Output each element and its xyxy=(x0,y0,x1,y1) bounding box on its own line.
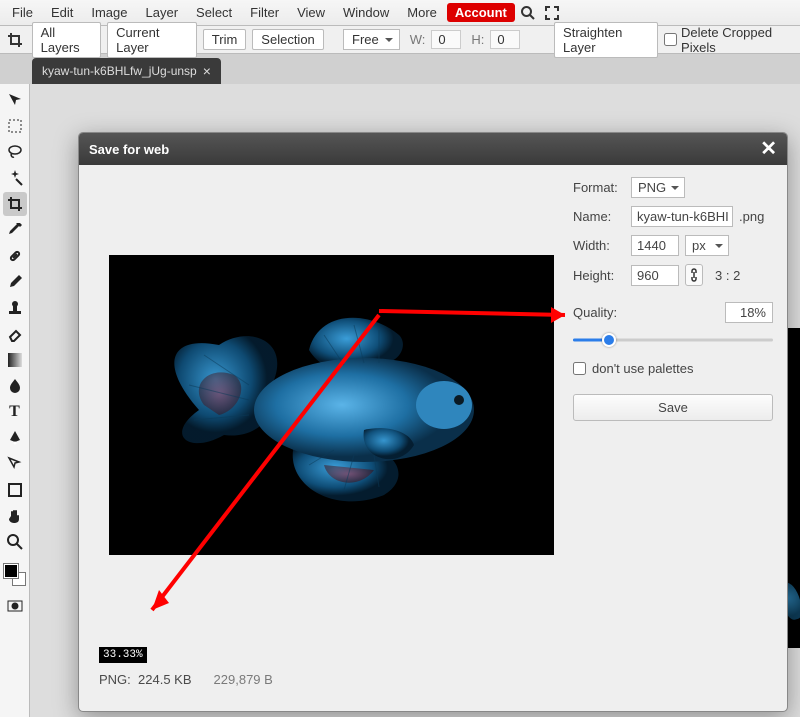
name-label: Name: xyxy=(573,209,625,224)
quality-value-field[interactable]: 18% xyxy=(725,302,773,323)
current-layer-button[interactable]: Current Layer xyxy=(107,22,197,58)
menu-edit[interactable]: Edit xyxy=(43,2,81,23)
height-label: H: xyxy=(471,32,484,47)
delete-cropped-input[interactable] xyxy=(664,33,677,46)
dialog-title: Save for web xyxy=(89,142,169,157)
menu-image[interactable]: Image xyxy=(83,2,135,23)
status-bytes: 229,879 B xyxy=(214,672,273,687)
menu-layer[interactable]: Layer xyxy=(138,2,187,23)
menu-more[interactable]: More xyxy=(399,2,445,23)
blur-tool[interactable] xyxy=(3,374,27,398)
palettes-label: don't use palettes xyxy=(592,361,694,376)
lasso-tool[interactable] xyxy=(3,140,27,164)
trim-button[interactable]: Trim xyxy=(203,29,247,50)
crop-width-field[interactable]: 0 xyxy=(431,30,461,49)
quick-mask-toggle[interactable] xyxy=(3,594,27,618)
workspace: T Save for web ✕ xyxy=(0,84,800,717)
delete-cropped-label: Delete Cropped Pixels xyxy=(681,25,796,55)
palettes-input[interactable] xyxy=(573,362,586,375)
marquee-tool[interactable] xyxy=(3,114,27,138)
close-icon[interactable]: × xyxy=(203,63,211,79)
heal-tool[interactable] xyxy=(3,244,27,268)
betta-fish-image xyxy=(109,255,554,555)
name-extension: .png xyxy=(739,209,764,224)
name-field[interactable]: kyaw-tun-k6BHI xyxy=(631,206,733,227)
crop-tool[interactable] xyxy=(3,192,27,216)
save-button[interactable]: Save xyxy=(573,394,773,421)
delete-cropped-checkbox[interactable]: Delete Cropped Pixels xyxy=(664,25,796,55)
status-format: PNG: xyxy=(99,672,131,687)
hand-tool[interactable] xyxy=(3,504,27,528)
path-select-tool[interactable] xyxy=(3,452,27,476)
eraser-tool[interactable] xyxy=(3,322,27,346)
stamp-tool[interactable] xyxy=(3,296,27,320)
menu-window[interactable]: Window xyxy=(335,2,397,23)
slider-knob[interactable] xyxy=(602,333,616,347)
dialog-titlebar[interactable]: Save for web ✕ xyxy=(79,133,787,165)
zoom-badge[interactable]: 33.33% xyxy=(99,647,147,663)
pen-tool[interactable] xyxy=(3,426,27,450)
width-label: Width: xyxy=(573,238,625,253)
shape-tool[interactable] xyxy=(3,478,27,502)
brush-tool[interactable] xyxy=(3,270,27,294)
selection-button[interactable]: Selection xyxy=(252,29,323,50)
palettes-checkbox[interactable]: don't use palettes xyxy=(573,361,773,376)
save-for-web-dialog: Save for web ✕ xyxy=(78,132,788,712)
move-tool[interactable] xyxy=(3,88,27,112)
type-tool[interactable]: T xyxy=(3,400,27,424)
crop-height-field[interactable]: 0 xyxy=(490,30,520,49)
file-size-status: PNG: 224.5 KB 229,879 B xyxy=(99,672,273,687)
menu-view[interactable]: View xyxy=(289,2,333,23)
menu-file[interactable]: File xyxy=(4,2,41,23)
wand-tool[interactable] xyxy=(3,166,27,190)
quality-slider[interactable] xyxy=(573,333,773,347)
all-layers-button[interactable]: All Layers xyxy=(32,22,101,58)
aspect-ratio: 3 : 2 xyxy=(715,268,740,283)
search-icon[interactable] xyxy=(517,2,539,24)
gradient-tool[interactable] xyxy=(3,348,27,372)
straighten-button[interactable]: Straighten Layer xyxy=(554,22,658,58)
export-options-panel: Format: PNG Name: kyaw-tun-k6BHI .png Wi… xyxy=(573,177,773,421)
width-label: W: xyxy=(410,32,426,47)
format-dropdown[interactable]: PNG xyxy=(631,177,685,198)
height-field[interactable]: 960 xyxy=(631,265,679,286)
zoom-tool[interactable] xyxy=(3,530,27,554)
toolbox: T xyxy=(0,84,30,717)
color-swatch[interactable] xyxy=(4,564,26,586)
menu-select[interactable]: Select xyxy=(188,2,240,23)
document-tab[interactable]: kyaw-tun-k6BHLfw_jUg-unsp × xyxy=(32,58,221,84)
width-unit-dropdown[interactable]: px xyxy=(685,235,729,256)
account-button[interactable]: Account xyxy=(447,3,515,22)
link-dimensions-button[interactable] xyxy=(685,264,703,286)
close-icon[interactable]: ✕ xyxy=(760,139,777,159)
document-tab-label: kyaw-tun-k6BHLfw_jUg-unsp xyxy=(42,64,197,78)
status-size: 224.5 KB xyxy=(138,672,192,687)
ratio-dropdown[interactable]: Free xyxy=(343,29,400,50)
eyedropper-tool[interactable] xyxy=(3,218,27,242)
image-preview[interactable] xyxy=(109,255,554,555)
width-field[interactable]: 1440 xyxy=(631,235,679,256)
quality-label: Quality: xyxy=(573,305,617,320)
fullscreen-icon[interactable] xyxy=(541,2,563,24)
format-label: Format: xyxy=(573,180,625,195)
document-tab-strip: kyaw-tun-k6BHLfw_jUg-unsp × xyxy=(0,54,800,84)
canvas-edge xyxy=(786,328,800,648)
menu-filter[interactable]: Filter xyxy=(242,2,287,23)
tool-options-bar: All Layers Current Layer Trim Selection … xyxy=(0,26,800,54)
crop-icon xyxy=(4,32,26,48)
height-label: Height: xyxy=(573,268,625,283)
